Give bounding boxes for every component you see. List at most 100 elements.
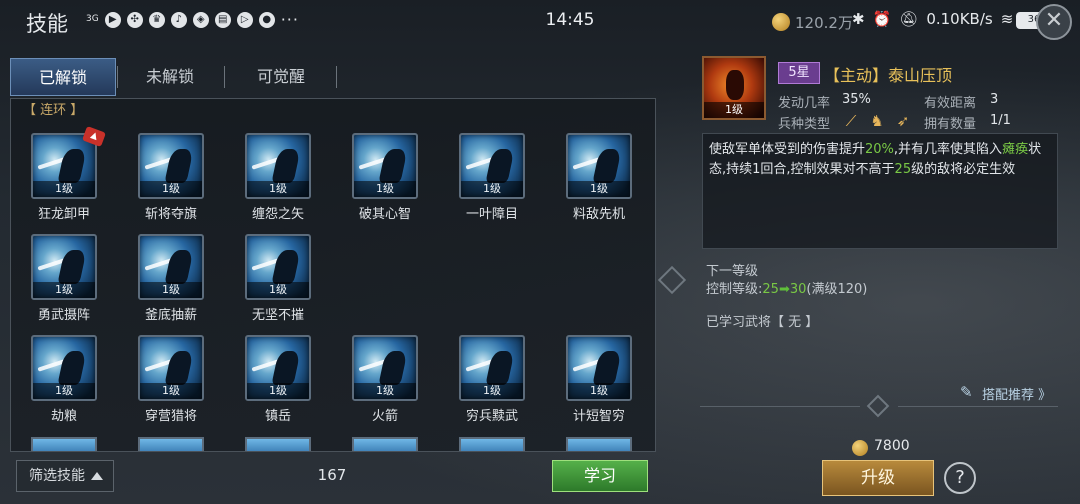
skill-icon-partial[interactable] <box>245 437 311 451</box>
skill-level: 1级 <box>247 181 309 197</box>
skill-icon[interactable]: 1级 <box>138 335 204 401</box>
desc-highlight: 20% <box>865 142 894 157</box>
clock: 14:45 <box>545 10 595 30</box>
skill-level: 1级 <box>33 282 95 298</box>
tab-divider <box>336 66 337 88</box>
warrior-icon <box>271 351 301 385</box>
skill-level: 1级 <box>247 282 309 298</box>
upgrade-price: 7800 <box>874 438 910 454</box>
skill-name: 穷兵黩武 <box>465 409 518 424</box>
cavalry-icon: ♞ <box>870 112 884 130</box>
help-button[interactable]: ? <box>944 462 976 494</box>
coin-balance: 120.2万 <box>795 14 853 32</box>
warrior-icon <box>57 149 87 183</box>
control-label: 控制等级: <box>706 282 763 297</box>
trigger-rate-value: 35% <box>842 92 871 107</box>
desc-text: 级的敌将必定生效 <box>911 162 1016 177</box>
skill-icon[interactable]: 1级 <box>245 335 311 401</box>
troop-type-icons: ⟋ ♞ ➶ <box>842 112 912 130</box>
owned-label: 拥有数量 <box>924 117 977 132</box>
tab-awaken[interactable]: 可觉醒 <box>226 58 336 96</box>
skill-icon[interactable]: 1级 <box>245 133 311 199</box>
skill-icon[interactable]: 1级 <box>566 335 632 401</box>
skill-icon[interactable]: 1级 <box>352 335 418 401</box>
skill-level: 1级 <box>461 383 523 399</box>
skill-name: 无坚不摧 <box>251 308 304 323</box>
skill-icon[interactable]: 1级 <box>459 133 525 199</box>
skill-name: 釜底抽薪 <box>144 308 197 323</box>
skill-icon[interactable]: 1级 <box>459 335 525 401</box>
skill-icon-partial[interactable] <box>352 437 418 451</box>
tab-locked[interactable]: 未解锁 <box>118 58 222 96</box>
fan-icon: ✣ <box>126 11 143 28</box>
feather-icon: ✎ <box>960 383 973 401</box>
skill-icon[interactable]: 1级 <box>31 234 97 300</box>
skill-name: 料敌先机 <box>572 207 625 222</box>
troop-type-label: 兵种类型 <box>778 117 831 132</box>
location-icon: ● <box>258 11 275 28</box>
book-icon: ▤ <box>214 11 231 28</box>
divider-line <box>700 406 860 407</box>
skill-name: 破其心智 <box>358 207 411 222</box>
network-indicator: 3G <box>86 14 99 24</box>
skill-icon[interactable]: 1级 <box>352 133 418 199</box>
warrior-icon <box>485 149 515 183</box>
skill-name: 狂龙卸甲 <box>37 207 90 222</box>
range-value: 3 <box>990 92 999 107</box>
skill-icon-partial[interactable] <box>31 437 97 451</box>
skill-icon[interactable]: 1级 <box>566 133 632 199</box>
desc-highlight: 25 <box>894 162 912 177</box>
skill-icon-partial[interactable] <box>138 437 204 451</box>
category-label: 【 连环 】 <box>23 103 84 118</box>
learned-generals: 已学习武将【 无 】 <box>706 315 819 330</box>
tab-unlocked[interactable]: 已解锁 <box>10 58 116 96</box>
alarm-icon: ⏰ <box>872 10 892 28</box>
trigger-rate-label: 发动几率 <box>778 96 831 111</box>
divider-diamond-icon <box>866 394 890 418</box>
filter-skills-button[interactable]: 筛选技能 <box>16 460 114 492</box>
skill-level: 1级 <box>33 181 95 197</box>
skill-icon[interactable]: 1级 <box>31 335 97 401</box>
desc-text: ,并有几率使其陷入 <box>893 142 1003 157</box>
upgrade-button[interactable]: 升级 <box>822 460 934 496</box>
skill-level: 1级 <box>354 383 416 399</box>
skill-name: 计短智穷 <box>572 409 625 424</box>
network-speed: 0.10KB/s <box>926 10 993 28</box>
skill-icon-partial[interactable] <box>459 437 525 451</box>
skill-list-panel[interactable]: 【 连环 】 1级 ▲ 狂龙卸甲 1级 斩将夺旗 1级 缠怨之矢 1级 破其心智 1级 一叶障目 1级… <box>10 98 656 452</box>
desc-highlight: 瘫痪 <box>1002 142 1029 157</box>
video-icon: ▶ <box>104 11 121 28</box>
more-icon: ··· <box>280 10 299 29</box>
skill-name: 勇武摄阵 <box>37 308 90 323</box>
range-label: 有效距离 <box>924 96 977 111</box>
skill-name: 缠怨之矢 <box>251 207 304 222</box>
notification-icons: 3G ▶ ✣ ♛ ♪ ◈ ▤ ▷ ● ··· <box>86 10 299 29</box>
page-title: 技能 <box>26 12 68 36</box>
skill-name: 劫粮 <box>50 409 77 424</box>
learn-button[interactable]: 学习 <box>552 460 648 492</box>
skill-icon[interactable]: 1级 <box>138 234 204 300</box>
play-icon: ▷ <box>236 11 253 28</box>
skill-icon[interactable]: 1级 <box>138 133 204 199</box>
skill-level: 1级 <box>140 383 202 399</box>
skill-icon[interactable]: 1级 <box>245 234 311 300</box>
close-button[interactable]: ✕ <box>1036 4 1072 40</box>
arrow-right-icon: ➡ <box>778 282 790 297</box>
coin-icon <box>852 440 868 456</box>
warrior-icon <box>378 149 408 183</box>
control-level-row: 控制等级:25➡30(满级120) <box>706 278 867 297</box>
skill-icon[interactable]: 1级 <box>31 133 97 199</box>
skill-level: 1级 <box>568 383 630 399</box>
music-icon: ♪ <box>170 11 187 28</box>
next-level-label: 下一等级 <box>706 264 759 279</box>
status-bar: 技能 3G ▶ ✣ ♛ ♪ ◈ ▤ ▷ ● ··· 14:45 120.2万 ✱… <box>0 0 1080 40</box>
warrior-icon <box>271 250 301 284</box>
compass-icon: ◈ <box>192 11 209 28</box>
recommend-link[interactable]: 搭配推荐 》 <box>982 384 1051 403</box>
filter-label: 筛选技能 <box>29 468 85 484</box>
triangle-up-icon <box>91 472 103 480</box>
warrior-icon <box>485 351 515 385</box>
skill-icon-partial[interactable] <box>566 437 632 451</box>
mute-icon: 🔕︎ <box>899 10 919 28</box>
skill-level: 1级 <box>461 181 523 197</box>
